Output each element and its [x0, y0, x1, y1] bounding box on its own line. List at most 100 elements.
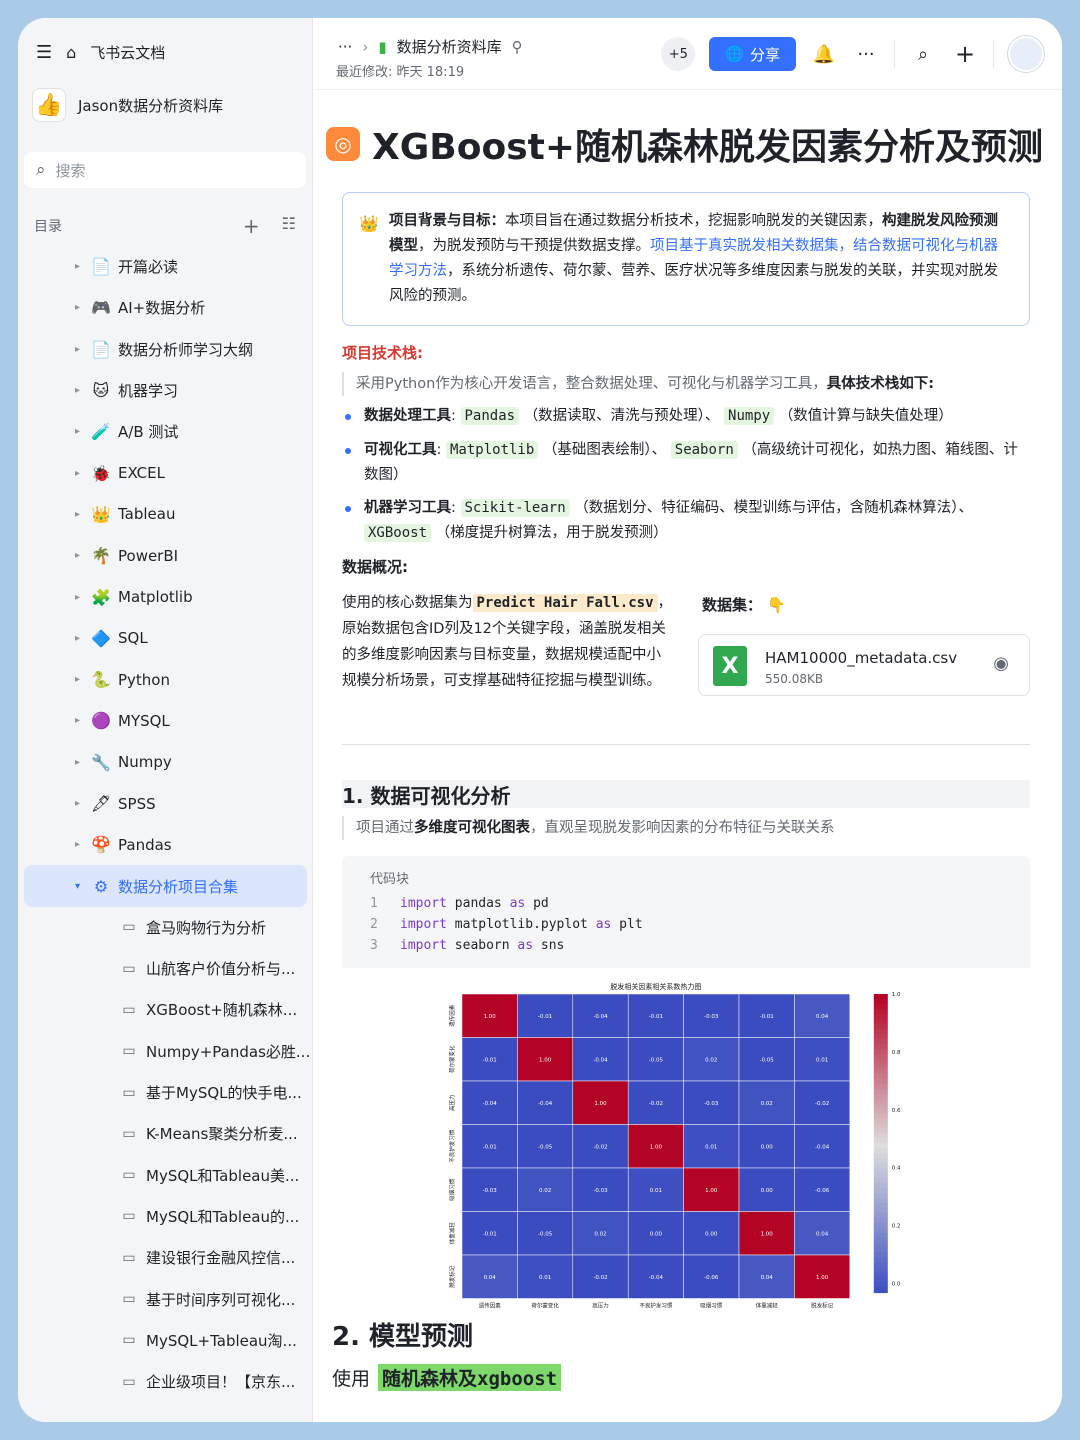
- colorbar-segment: [873, 1282, 888, 1289]
- bell-icon[interactable]: 🔔: [810, 40, 838, 68]
- sidebar-subitem[interactable]: ▭ MySQL和Tableau的...: [18, 1196, 312, 1237]
- cell-value: -0.02: [815, 1101, 829, 1107]
- search-icon[interactable]: ⌕: [909, 40, 937, 68]
- colorbar-segment: [873, 1133, 888, 1139]
- sidebar-item[interactable]: ▸ 🐱 机器学习: [18, 370, 312, 411]
- chevron-right-icon[interactable]: ▸: [58, 757, 80, 768]
- sidebar-subitem[interactable]: ▭ XGBoost+随机森林...: [18, 989, 312, 1030]
- chevron-right-icon[interactable]: ▸: [58, 592, 80, 603]
- home-icon[interactable]: ⌂: [66, 43, 76, 62]
- sidebar-item[interactable]: ▸ 📄 数据分析师学习大纲: [18, 329, 312, 370]
- colorbar-segment: [873, 1158, 888, 1164]
- chevron-right-icon[interactable]: ▸: [58, 674, 80, 685]
- sidebar-subitem[interactable]: ▭ MySQL和Tableau美...: [18, 1155, 312, 1196]
- toc-label: 目录: [34, 219, 62, 235]
- sidebar-item[interactable]: ▸ 🔧 Numpy: [18, 742, 312, 783]
- chevron-right-icon[interactable]: ▸: [58, 261, 80, 272]
- sidebar-item[interactable]: ▸ 📄 开篇必读: [18, 246, 312, 287]
- code-block[interactable]: 代码块 1 import pandas as pd 2 import matplotl…: [342, 856, 1030, 968]
- correlation-heatmap: 脱发相关因素相关系数热力图 1.00 -0.01 -0.04 -0.01 -0.03 -0.…: [448, 982, 901, 1310]
- sidebar-subitem[interactable]: ▭ 盒马购物行为分析: [18, 907, 312, 948]
- bullet-text: （基础图表绘制）、: [542, 442, 667, 458]
- folder-icon: ▭: [122, 1291, 136, 1308]
- workspace[interactable]: 👍 Jason数据分析资料库: [32, 88, 223, 122]
- colorbar-segment: [873, 1128, 888, 1134]
- colorbar-tick: 0.2: [892, 1224, 901, 1230]
- plus-icon[interactable]: +: [951, 40, 979, 68]
- sidebar-item[interactable]: ▸ 🧩 Matplotlib: [18, 576, 312, 617]
- divider: [993, 40, 994, 68]
- chevron-right-icon[interactable]: ▸: [58, 385, 80, 396]
- chevron-right-icon[interactable]: ▸: [58, 798, 80, 809]
- chevron-right-icon[interactable]: ▸: [58, 550, 80, 561]
- more-icon[interactable]: ···: [338, 38, 352, 56]
- sidebar-item-active[interactable]: ▾ ⚙ 数据分析项目合集: [24, 865, 307, 907]
- excel-file-icon: X: [713, 646, 747, 686]
- pin-icon[interactable]: ⚲: [512, 38, 523, 56]
- code-text: import matplotlib.pyplot as plt: [400, 917, 643, 932]
- workspace-name: Jason数据分析资料库: [78, 96, 224, 115]
- chevron-down-icon[interactable]: ▾: [58, 881, 80, 892]
- chevron-right-icon[interactable]: ▸: [58, 426, 80, 437]
- module: matplotlib.pyplot: [454, 917, 588, 932]
- sidebar-item[interactable]: ▸ 🌴 PowerBI: [18, 535, 312, 576]
- chevron-right-icon[interactable]: ▸: [58, 633, 80, 644]
- folder-icon: ▭: [122, 1084, 136, 1101]
- add-icon[interactable]: +: [243, 214, 260, 238]
- sidebar-subitem[interactable]: ▭ 基于MySQL的快手电...: [18, 1072, 312, 1113]
- sidebar-item[interactable]: ▸ 🐍 Python: [18, 659, 312, 700]
- chevron-right-icon[interactable]: ▸: [58, 839, 80, 850]
- sidebar-subitem[interactable]: ▭ 建设银行金融风控信...: [18, 1237, 312, 1278]
- sidebar-item[interactable]: ▸ 🧪 A/B 测试: [18, 411, 312, 452]
- collaborators-badge[interactable]: +5: [661, 37, 696, 71]
- colorbar-segment: [873, 1098, 888, 1105]
- colorbar-segment: [873, 1058, 888, 1065]
- y-tick-label: 脱发标记: [448, 1265, 456, 1288]
- sidebar-item-label: K-Means聚类分析麦...: [146, 1125, 298, 1144]
- sidebar-item[interactable]: ▸ 🟣 MYSQL: [18, 700, 312, 741]
- sidebar-subitem[interactable]: ▭ MySQL+Tableau淘...: [18, 1320, 312, 1361]
- folder-icon: ▭: [122, 1167, 136, 1184]
- sidebar-subitem[interactable]: ▭ Numpy+Pandas必胜...: [18, 1031, 312, 1072]
- sidebar-item[interactable]: ▸ 🎮 AI+数据分析: [18, 287, 312, 328]
- bullet-label: 数据处理工具: [364, 408, 451, 424]
- chevron-right-icon[interactable]: ▸: [58, 509, 80, 520]
- list-settings-icon[interactable]: ☷: [282, 214, 296, 238]
- sidebar-subitem[interactable]: ▭ K-Means聚类分析麦...: [18, 1113, 312, 1154]
- search-input[interactable]: ⌕ 搜索: [24, 152, 306, 188]
- sidebar-item-label: MySQL和Tableau美...: [146, 1166, 300, 1185]
- collapse-sidebar-icon[interactable]: ☰: [36, 42, 52, 63]
- folder-icon: ▭: [122, 1249, 136, 1266]
- sidebar-subitem[interactable]: ▭ 山航客户价值分析与...: [18, 948, 312, 989]
- x-tick-label: 不良护发习惯: [639, 1302, 673, 1310]
- cell-value: -0.06: [815, 1188, 830, 1194]
- sidebar-item[interactable]: ▸ 🖋 SPSS: [18, 783, 312, 824]
- sidebar-item[interactable]: ▸ 🔷 SQL: [18, 618, 312, 659]
- callout-text-2: ，为脱发预防与干预提供数据支撑。: [418, 238, 650, 254]
- sidebar-item[interactable]: ▸ 🍄 Pandas: [18, 824, 312, 865]
- home-label[interactable]: 飞书云文档: [90, 42, 165, 63]
- avatar[interactable]: [1008, 36, 1044, 72]
- breadcrumb-title[interactable]: 数据分析资料库: [397, 36, 502, 57]
- divider: [894, 40, 895, 68]
- sidebar-item[interactable]: ▸ 👑 Tableau: [18, 494, 312, 535]
- page-icon: 🐱: [92, 381, 110, 401]
- cell-value: 0.04: [816, 1231, 829, 1237]
- sidebar-subitem[interactable]: ▭ 基于时间序列可视化...: [18, 1278, 312, 1319]
- chevron-right-icon[interactable]: ▸: [58, 468, 80, 479]
- sidebar-item-label: 建设银行金融风控信...: [146, 1249, 296, 1268]
- chevron-right-icon[interactable]: ▸: [58, 302, 80, 313]
- file-attachment[interactable]: X HAM10000_metadata.csv 550.08KB ◉: [698, 634, 1030, 696]
- page-icon: 🧩: [91, 587, 111, 607]
- sidebar-item[interactable]: ▸ 🐞 EXCEL: [18, 452, 312, 493]
- sidebar-subitem[interactable]: ▭ 企业级项目！【京东...: [18, 1361, 312, 1402]
- share-button[interactable]: 🌐 分享: [709, 37, 796, 71]
- cell-value: 1.00: [816, 1275, 829, 1281]
- chevron-right-icon[interactable]: ▸: [58, 344, 80, 355]
- chevron-right-icon[interactable]: ▸: [58, 715, 80, 726]
- alias: sns: [540, 938, 565, 953]
- y-tick-label: 体重减轻: [448, 1222, 456, 1245]
- preview-eye-icon[interactable]: ◉: [993, 653, 1009, 674]
- more-options-icon[interactable]: ···: [852, 40, 880, 68]
- colorbar-segment: [873, 994, 888, 1000]
